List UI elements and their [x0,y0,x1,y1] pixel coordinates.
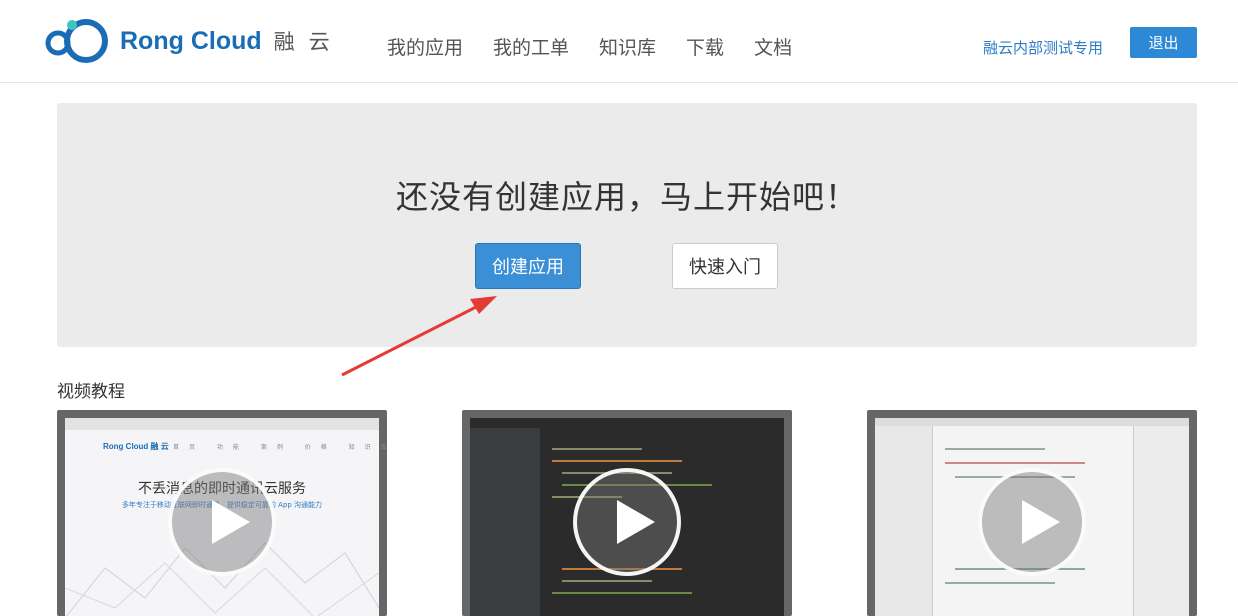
empty-state-panel: 还没有创建应用，马上开始吧！ 创建应用 快速入门 [57,103,1197,347]
nav-my-tickets[interactable]: 我的工单 [493,33,569,60]
logo-icon [45,19,108,63]
empty-state-title: 还没有创建应用，马上开始吧！ [395,178,858,216]
project-tree [470,428,540,616]
play-icon[interactable] [978,468,1086,576]
top-header: Rong Cloud 融云 我的应用 我的工单 知识库 下载 文档 融云内部测试… [0,0,1238,83]
xcode-inspector [1133,426,1189,616]
nav-my-apps[interactable]: 我的应用 [387,33,463,60]
nav-download[interactable]: 下载 [686,33,724,60]
play-icon[interactable] [573,468,681,576]
video-tutorials-heading: 视频教程 [57,382,125,402]
brand-name: Rong Cloud [120,26,262,55]
video-thumbnail-ios[interactable] [867,410,1197,616]
main-nav: 我的应用 我的工单 知识库 下载 文档 [387,33,822,60]
nav-docs[interactable]: 文档 [754,33,792,60]
logout-button[interactable]: 退出 [1130,27,1197,58]
xcode-toolbar [875,418,1189,426]
create-app-button[interactable]: 创建应用 [475,243,581,289]
xcode-navigator [875,426,933,616]
video-thumbnail-intro[interactable]: Rong Cloud 融 云 首页 功能 案例 价格 知识库 文档 下载 不丢消… [57,410,387,616]
brand-cn: 融云 [273,30,344,54]
rongcloud-logo[interactable]: Rong Cloud 融云 [42,17,344,65]
preview-brand: Rong Cloud 融 云 [103,442,169,451]
browser-bar [65,418,379,430]
quickstart-button[interactable]: 快速入门 [672,243,778,289]
preview-nav: 首页 功能 案例 价格 知识库 文档 下载 [173,444,387,451]
play-icon[interactable] [168,468,276,576]
nav-knowledge-base[interactable]: 知识库 [599,33,656,60]
video-thumbnail-android[interactable] [462,410,792,616]
internal-test-link[interactable]: 融云内部测试专用 [983,37,1103,58]
